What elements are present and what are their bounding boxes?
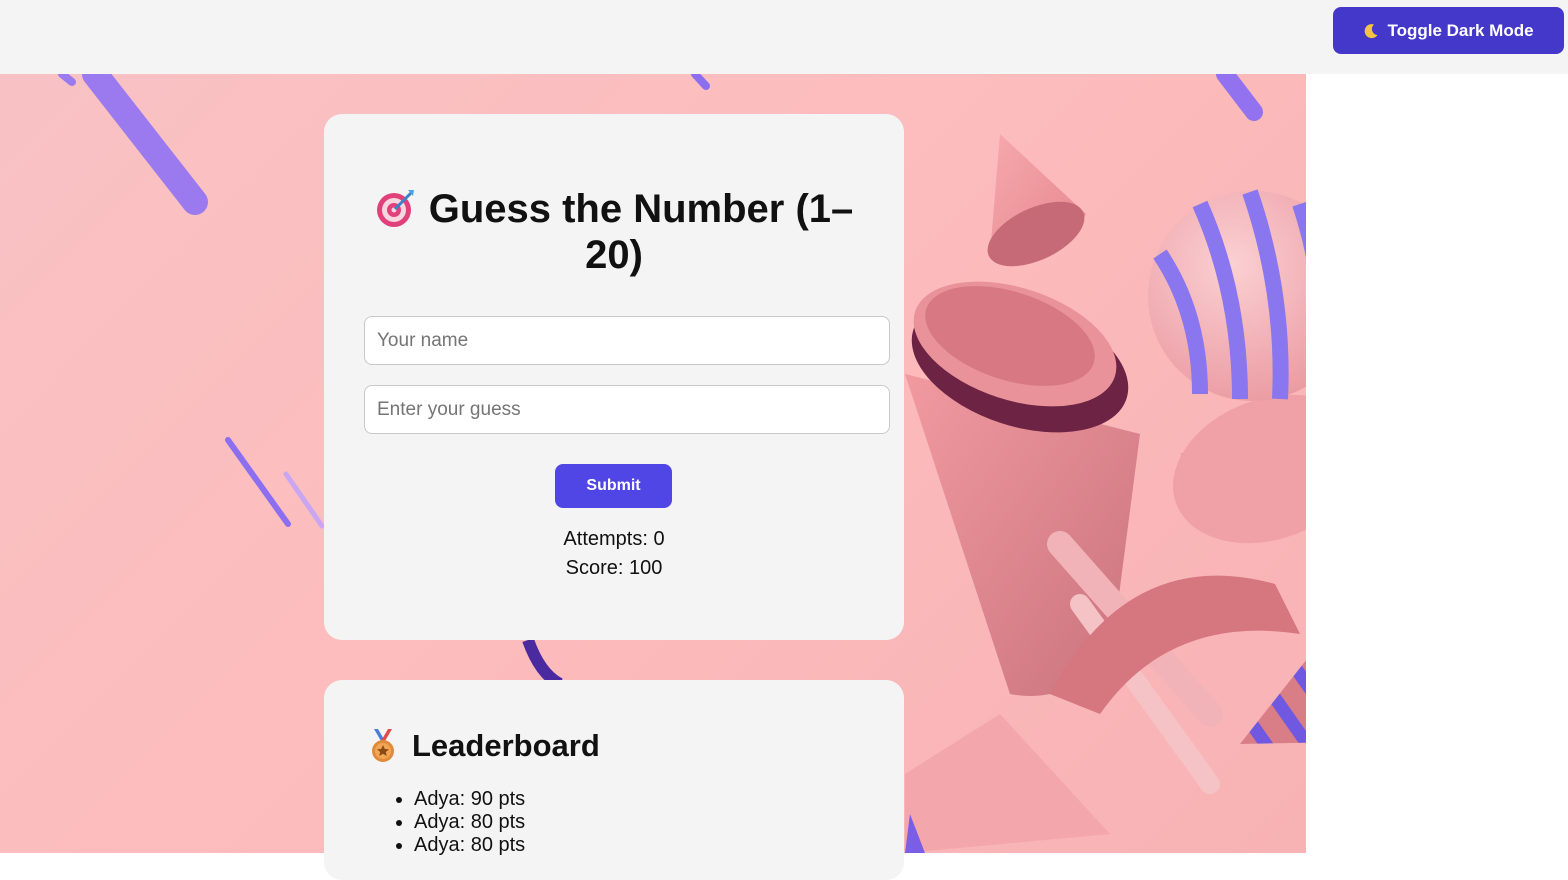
attempts-counter: Attempts: 0: [563, 528, 665, 550]
game-card: Guess the Number (1–20) Submit Attempts:…: [324, 114, 904, 640]
right-blank-area: [1306, 74, 1568, 853]
game-title-text: Guess the Number (1–20): [428, 187, 854, 277]
list-item: Adya: 80 pts: [414, 811, 525, 834]
leaderboard-list: Adya: 90 pts Adya: 80 pts Adya: 80 pts: [414, 788, 525, 857]
name-input[interactable]: [364, 316, 890, 365]
leaderboard-card: Leaderboard Adya: 90 pts Adya: 80 pts Ad…: [324, 680, 904, 880]
top-bar: Toggle Dark Mode: [0, 0, 1568, 74]
list-item: Adya: 90 pts: [414, 788, 525, 811]
leaderboard-title: Leaderboard: [368, 728, 600, 764]
moon-icon: [1363, 23, 1379, 39]
toggle-dark-mode-button[interactable]: Toggle Dark Mode: [1333, 7, 1564, 54]
score-display: Score: 100: [565, 557, 663, 579]
medal-icon: [368, 729, 398, 763]
target-icon: [375, 188, 415, 228]
leaderboard-title-text: Leaderboard: [412, 728, 600, 763]
submit-button[interactable]: Submit: [555, 464, 672, 508]
guess-input[interactable]: [364, 385, 890, 434]
list-item: Adya: 80 pts: [414, 834, 525, 857]
toggle-dark-mode-label: Toggle Dark Mode: [1387, 20, 1534, 40]
page-title: Guess the Number (1–20): [364, 186, 864, 278]
